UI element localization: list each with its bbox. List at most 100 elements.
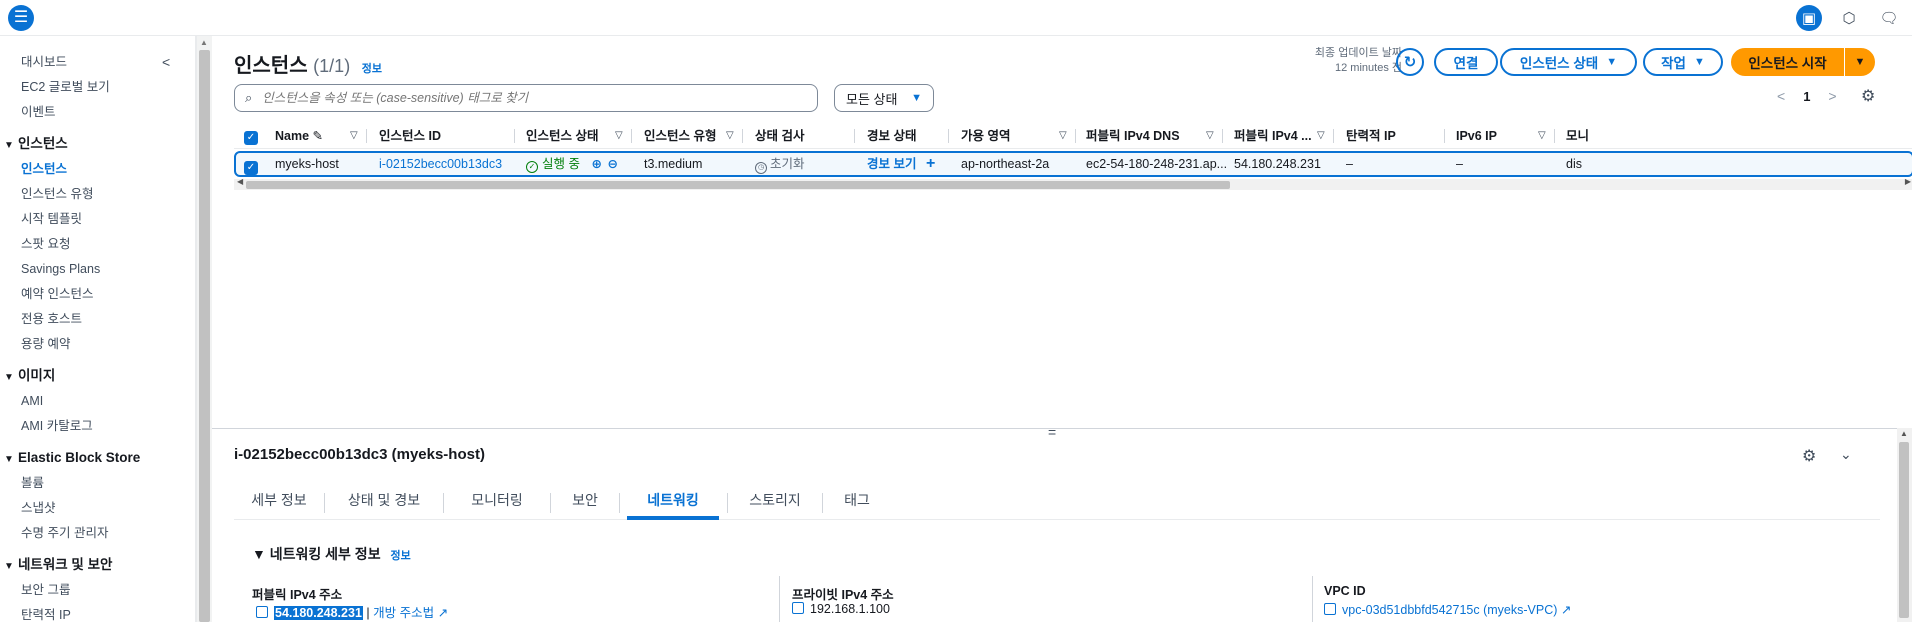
tab-details[interactable]: 세부 정보: [234, 484, 324, 520]
sort-icon[interactable]: ▽: [1317, 123, 1325, 149]
tab-networking[interactable]: 네트워킹: [627, 484, 719, 520]
column-header-public-ipv4[interactable]: 퍼블릭 IPv4 ...: [1234, 123, 1312, 149]
sidebar-section-ebs[interactable]: ▼ Elastic Block Store: [0, 444, 196, 471]
drag-handle-icon[interactable]: =: [1048, 425, 1056, 439]
column-header-elastic-ip[interactable]: 탄력적 IP: [1346, 123, 1396, 149]
sidebar-section-network-security[interactable]: ▼ 네트워크 및 보안: [0, 551, 196, 578]
connect-button[interactable]: 연결: [1434, 48, 1498, 76]
sidebar-item-events[interactable]: 이벤트: [0, 100, 196, 125]
launch-instance-button[interactable]: 인스턴스 시작: [1731, 48, 1844, 76]
sidebar-item-security-groups[interactable]: 보안 그룹: [0, 578, 196, 603]
tab-storage[interactable]: 스토리지: [728, 484, 822, 520]
sidebar-item-launch-templates[interactable]: 시작 템플릿: [0, 207, 196, 232]
split-divider: [212, 428, 1912, 429]
column-header-instance-state[interactable]: 인스턴스 상태: [526, 123, 598, 149]
column-header-public-dns[interactable]: 퍼블릭 IPv4 DNS: [1086, 123, 1180, 149]
column-separator: [854, 129, 855, 143]
page-number[interactable]: 1: [1803, 89, 1810, 104]
sort-icon[interactable]: ▽: [1059, 123, 1067, 149]
column-header-availability-zone[interactable]: 가용 영역: [961, 123, 1010, 149]
detail-scrollbar[interactable]: ▲: [1897, 428, 1912, 622]
search-input[interactable]: [262, 91, 803, 105]
actions-button[interactable]: 작업 ▼: [1643, 48, 1723, 76]
table-horizontal-scrollbar[interactable]: ◀ ▶: [234, 177, 1912, 190]
sidebar-item-snapshots[interactable]: 스냅샷: [0, 496, 196, 521]
open-address-link[interactable]: 개방 주소법: [373, 606, 434, 620]
info-link[interactable]: 정보: [390, 550, 410, 562]
sort-icon[interactable]: ▽: [726, 123, 734, 149]
info-link[interactable]: 정보: [362, 63, 382, 75]
sidebar-item-volumes[interactable]: 볼륨: [0, 471, 196, 496]
sidebar-item-instance-types[interactable]: 인스턴스 유형: [0, 182, 196, 207]
detail-settings-gear-icon[interactable]: ⚙: [1802, 446, 1816, 466]
column-header-ipv6[interactable]: IPv6 IP: [1456, 123, 1497, 149]
instance-state-button[interactable]: 인스턴스 상태 ▼: [1500, 48, 1637, 76]
networking-section-header[interactable]: ▼ 네트워킹 세부 정보 정보: [252, 544, 411, 564]
tab-tags[interactable]: 태그: [823, 484, 891, 520]
table-settings-gear-icon[interactable]: ⚙: [1861, 86, 1875, 106]
scroll-up-icon[interactable]: ▲: [1900, 429, 1908, 438]
sort-icon[interactable]: ▽: [1206, 123, 1214, 149]
tab-status-alarms[interactable]: 상태 및 경보: [325, 484, 443, 520]
refresh-button[interactable]: ↻: [1396, 48, 1424, 76]
tab-monitoring[interactable]: 모니터링: [444, 484, 550, 520]
copy-icon[interactable]: [256, 606, 268, 618]
column-header-instance-id[interactable]: 인스턴스 ID: [379, 123, 441, 149]
add-alarm-icon[interactable]: +: [926, 153, 935, 175]
feedback-icon[interactable]: 🗨: [1876, 5, 1902, 31]
sidebar-item-dedicated-hosts[interactable]: 전용 호스트: [0, 307, 196, 332]
sidebar-item-instances[interactable]: 인스턴스: [0, 157, 196, 182]
column-header-status-check[interactable]: 상태 검사: [755, 123, 804, 149]
cell-instance-id[interactable]: i-02152becc00b13dc3: [379, 153, 502, 175]
column-header-alarm-status[interactable]: 경보 상태: [867, 123, 916, 149]
detail-scrollbar-thumb[interactable]: [1899, 442, 1909, 618]
sort-icon[interactable]: ▽: [615, 123, 623, 149]
tab-security[interactable]: 보안: [551, 484, 619, 520]
prev-page-icon[interactable]: <: [1777, 88, 1785, 104]
external-link-icon[interactable]: ↗: [1561, 603, 1571, 617]
zoom-in-icon[interactable]: ⊕: [591, 157, 601, 171]
sidebar-scrollbar-thumb[interactable]: [199, 50, 210, 622]
select-all-checkbox[interactable]: ✓: [244, 123, 258, 149]
sidebar-scrollbar[interactable]: ▲: [196, 36, 212, 622]
state-filter-select[interactable]: 모든 상태 ▼: [834, 84, 934, 112]
sidebar-item-ami[interactable]: AMI: [0, 389, 196, 414]
column-header-instance-type[interactable]: 인스턴스 유형: [644, 123, 716, 149]
table-row[interactable]: ✓ myeks-host i-02152becc00b13dc3 ✓ 실행 중 ⊕…: [234, 151, 1912, 177]
sidebar-section-instances[interactable]: ▼ 인스턴스: [0, 130, 196, 157]
chevron-down-icon[interactable]: ⌄: [1840, 446, 1852, 463]
sort-icon[interactable]: ▽: [350, 123, 358, 149]
sidebar-section-images[interactable]: ▼ 이미지: [0, 362, 196, 389]
scroll-left-icon[interactable]: ◀: [237, 177, 243, 186]
next-page-icon[interactable]: >: [1828, 88, 1836, 104]
sidebar-item-spot-requests[interactable]: 스팟 요청: [0, 232, 196, 257]
view-alarms-link[interactable]: 경보 보기: [867, 153, 916, 175]
sidebar-item-elastic-ip[interactable]: 탄력적 IP: [0, 603, 196, 622]
sort-icon[interactable]: ▽: [1538, 123, 1546, 149]
scroll-up-icon[interactable]: ▲: [200, 38, 208, 47]
row-checkbox[interactable]: ✓: [244, 153, 258, 175]
vpc-id-link[interactable]: vpc-03d51dbbfd542715c (myeks-VPC): [1342, 603, 1557, 617]
public-ipv4-value[interactable]: 54.180.248.231: [274, 606, 363, 620]
external-link-icon[interactable]: ↗: [438, 606, 448, 620]
column-header-name[interactable]: Name ✎: [275, 123, 323, 149]
sidebar-item-savings-plans[interactable]: Savings Plans: [0, 257, 196, 282]
hamburger-icon[interactable]: ☰: [8, 5, 34, 31]
sidebar-item-ami-catalog[interactable]: AMI 카탈로그: [0, 414, 196, 439]
page-title: 인스턴스 (1/1) 정보: [234, 55, 382, 77]
copy-icon[interactable]: [792, 602, 804, 614]
copy-icon[interactable]: [1324, 603, 1336, 615]
launch-dropdown-button[interactable]: ▼: [1845, 48, 1875, 76]
search-box[interactable]: ⌕: [234, 84, 818, 112]
panel-icon[interactable]: ▣: [1796, 5, 1822, 31]
sidebar-item-global-view[interactable]: EC2 글로벌 보기: [0, 75, 196, 100]
sidebar-item-reserved-instances[interactable]: 예약 인스턴스: [0, 282, 196, 307]
sidebar-item-capacity-reservations[interactable]: 용량 예약: [0, 332, 196, 357]
settings-hex-icon[interactable]: ⬡: [1836, 5, 1862, 31]
column-header-monitoring[interactable]: 모니: [1566, 123, 1589, 149]
zoom-out-icon[interactable]: ⊖: [607, 157, 617, 171]
scroll-right-icon[interactable]: ▶: [1905, 177, 1911, 186]
table-scrollbar-thumb[interactable]: [246, 181, 1230, 189]
sidebar-item-dashboard[interactable]: 대시보드: [0, 50, 196, 75]
sidebar-item-lifecycle-manager[interactable]: 수명 주기 관리자: [0, 521, 196, 546]
